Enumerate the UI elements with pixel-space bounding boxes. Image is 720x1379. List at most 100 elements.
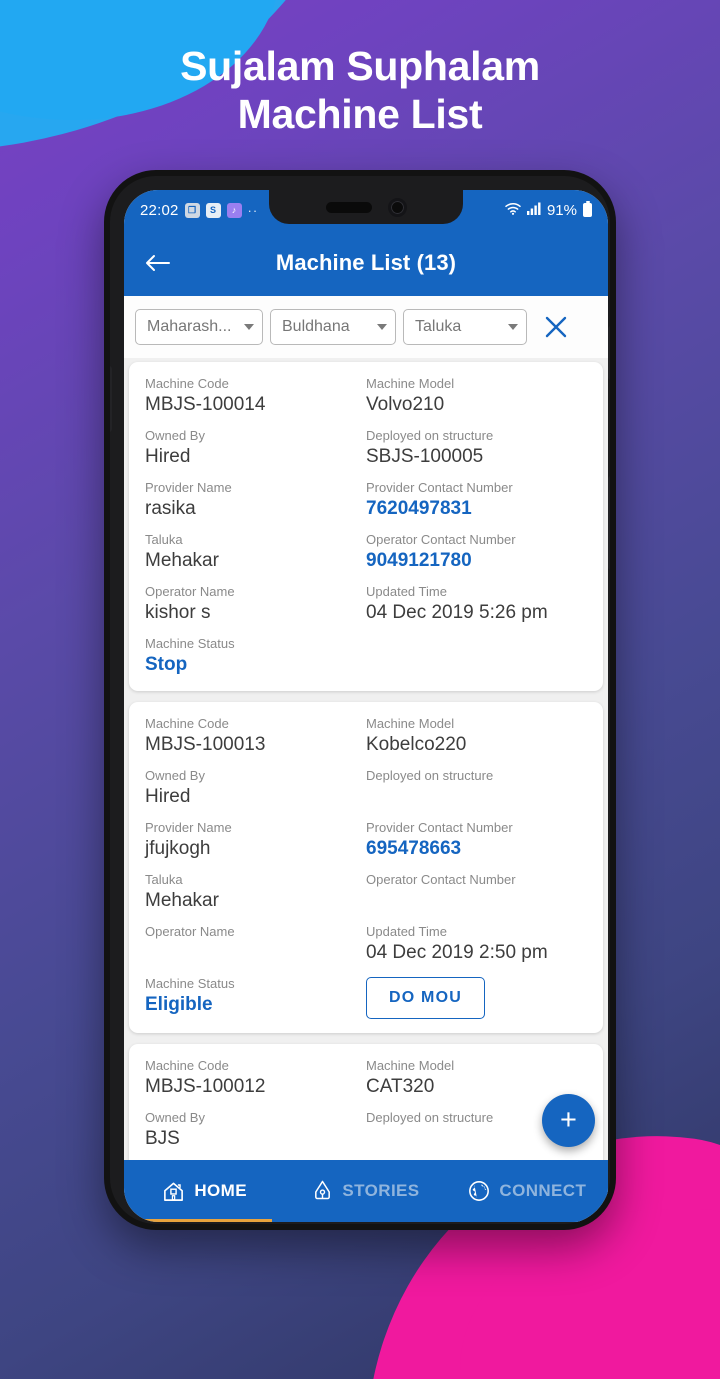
phone-notch	[269, 190, 463, 224]
chevron-down-icon	[377, 324, 387, 330]
field-operator-contact-number: Operator Contact Number	[366, 871, 587, 923]
machine-card[interactable]: Machine Code MBJS-100014 Machine Model V…	[129, 362, 603, 691]
machine-card[interactable]: Machine Code MBJS-100013 Machine Model K…	[129, 702, 603, 1033]
nav-item-home[interactable]: HOME	[124, 1160, 285, 1222]
field-label: Deployed on structure	[366, 768, 494, 783]
plus-icon: +	[560, 1104, 577, 1136]
copy-icon: ❐	[184, 202, 200, 218]
field-value-phone[interactable]: 695478663	[366, 836, 587, 861]
front-camera-icon	[387, 197, 407, 217]
field-deployed-on-structure: Deployed on structure SBJS-100005	[366, 427, 587, 479]
status-bar-right: 91%	[505, 200, 592, 219]
field-value: rasika	[145, 498, 196, 519]
field-value: Mehakar	[145, 890, 219, 911]
filter-row: Maharash... Buldhana Taluka	[124, 296, 608, 358]
status-badge: Eligible	[145, 994, 213, 1015]
phone-screen: 22:02 ❐ S ♪ ·· 91% Machine List (13) Mah…	[124, 190, 608, 1222]
phone-mockup: 22:02 ❐ S ♪ ·· 91% Machine List (13) Mah…	[104, 170, 616, 1230]
phone-side-button-left	[110, 366, 112, 432]
field-label: Machine Code	[145, 1058, 229, 1073]
district-filter-value: Buldhana	[282, 318, 350, 335]
field-owned-by: Owned By Hired	[145, 427, 366, 479]
field-value: MBJS-100014	[145, 394, 266, 415]
field-machine-model: Machine Model Volvo210	[366, 375, 587, 427]
field-updated-time: Updated Time 04 Dec 2019 5:26 pm	[366, 583, 587, 635]
promo-title: Sujalam Suphalam Machine List	[0, 42, 720, 138]
field-label: Provider Contact Number	[366, 480, 513, 495]
status-overflow-dots: ··	[247, 202, 259, 218]
field-value-phone[interactable]	[366, 888, 587, 913]
status-bar-left: 22:02 ❐ S ♪ ··	[140, 202, 258, 219]
field-value-phone[interactable]: 9049121780	[366, 548, 587, 573]
field-label: Updated Time	[366, 924, 447, 939]
field-label: Operator Name	[145, 584, 235, 599]
status-bar-clock: 22:02	[140, 201, 179, 219]
field-machine-code: Machine Code MBJS-100012	[145, 1057, 366, 1109]
field-value: Hired	[145, 446, 191, 467]
field-value-phone[interactable]: 7620497831	[366, 496, 587, 521]
nav-item-connect[interactable]: CONNECT	[447, 1160, 608, 1222]
do-mou-button[interactable]: DO MOU	[366, 977, 485, 1019]
field-operator-name: Operator Name kishor s	[145, 583, 366, 635]
field-label: Provider Contact Number	[366, 820, 513, 835]
taluka-filter-value: Taluka	[415, 318, 462, 335]
field-value	[145, 940, 366, 965]
card-action-slot: DO MOU	[366, 975, 587, 1019]
field-value: jfujkogh	[145, 838, 211, 859]
back-arrow-icon[interactable]	[140, 246, 174, 280]
nav-label: HOME	[194, 1181, 247, 1200]
field-label: Operator Contact Number	[366, 872, 516, 887]
nav-item-stories[interactable]: STORIES	[285, 1160, 446, 1222]
field-label: Machine Code	[145, 716, 229, 731]
globe-icon	[468, 1180, 490, 1202]
field-machine-code: Machine Code MBJS-100013	[145, 715, 366, 767]
s-app-icon: S	[205, 202, 221, 218]
pen-nib-icon	[312, 1180, 333, 1203]
field-label: Operator Name	[145, 924, 235, 939]
field-value: 04 Dec 2019 2:50 pm	[366, 942, 548, 963]
field-value: SBJS-100005	[366, 446, 484, 467]
media-app-icon: ♪	[226, 202, 242, 218]
promo-title-line-1: Sujalam Suphalam	[180, 43, 540, 89]
field-provider-contact-number: Provider Contact Number 695478663	[366, 819, 587, 871]
field-label: Machine Model	[366, 376, 455, 391]
field-machine-status: Machine Status Eligible	[145, 975, 366, 1019]
chevron-down-icon	[244, 324, 254, 330]
field-value: 04 Dec 2019 5:26 pm	[366, 602, 548, 623]
field-owned-by: Owned By BJS	[145, 1109, 366, 1160]
phone-body: 22:02 ❐ S ♪ ·· 91% Machine List (13) Mah…	[110, 176, 610, 1224]
earpiece-speaker-icon	[325, 201, 372, 213]
machine-card[interactable]: Machine Code MBJS-100012 Machine Model C…	[129, 1044, 603, 1160]
status-badge: Stop	[145, 654, 188, 675]
field-deployed-on-structure: Deployed on structure	[366, 767, 587, 819]
close-x-icon	[545, 316, 567, 338]
field-label: Deployed on structure	[366, 428, 494, 443]
field-value: kishor s	[145, 602, 211, 623]
clear-filters-button[interactable]	[540, 311, 572, 343]
page-title: Machine List (13)	[275, 250, 457, 275]
phone-side-button-right-2	[608, 476, 610, 570]
field-label: Taluka	[145, 532, 183, 547]
battery-percent: 91%	[546, 201, 577, 219]
field-value: MBJS-100012	[145, 1076, 266, 1097]
bottom-navigation: HOME STORIES CONNECT	[124, 1160, 608, 1222]
field-value: Mehakar	[145, 550, 219, 571]
field-label: Machine Status	[145, 636, 235, 651]
state-filter-select[interactable]: Maharash...	[135, 309, 263, 345]
state-filter-value: Maharash...	[147, 318, 232, 335]
field-machine-status: Machine Status Stop	[145, 635, 366, 677]
field-value: BJS	[145, 1128, 180, 1149]
field-taluka: Taluka Mehakar	[145, 871, 366, 923]
app-bar: Machine List (13)	[124, 230, 608, 296]
field-label: Owned By	[145, 768, 205, 783]
machine-list[interactable]: Machine Code MBJS-100014 Machine Model V…	[124, 358, 608, 1160]
promo-title-line-2: Machine List	[237, 91, 483, 137]
add-machine-fab[interactable]: +	[542, 1094, 595, 1147]
chevron-down-icon	[508, 324, 518, 330]
field-provider-contact-number: Provider Contact Number 7620497831	[366, 479, 587, 531]
field-value: MBJS-100013	[145, 734, 266, 755]
phone-side-button-right-1	[608, 326, 610, 380]
district-filter-select[interactable]: Buldhana	[270, 309, 396, 345]
taluka-filter-select[interactable]: Taluka	[403, 309, 527, 345]
field-label: Updated Time	[366, 584, 447, 599]
